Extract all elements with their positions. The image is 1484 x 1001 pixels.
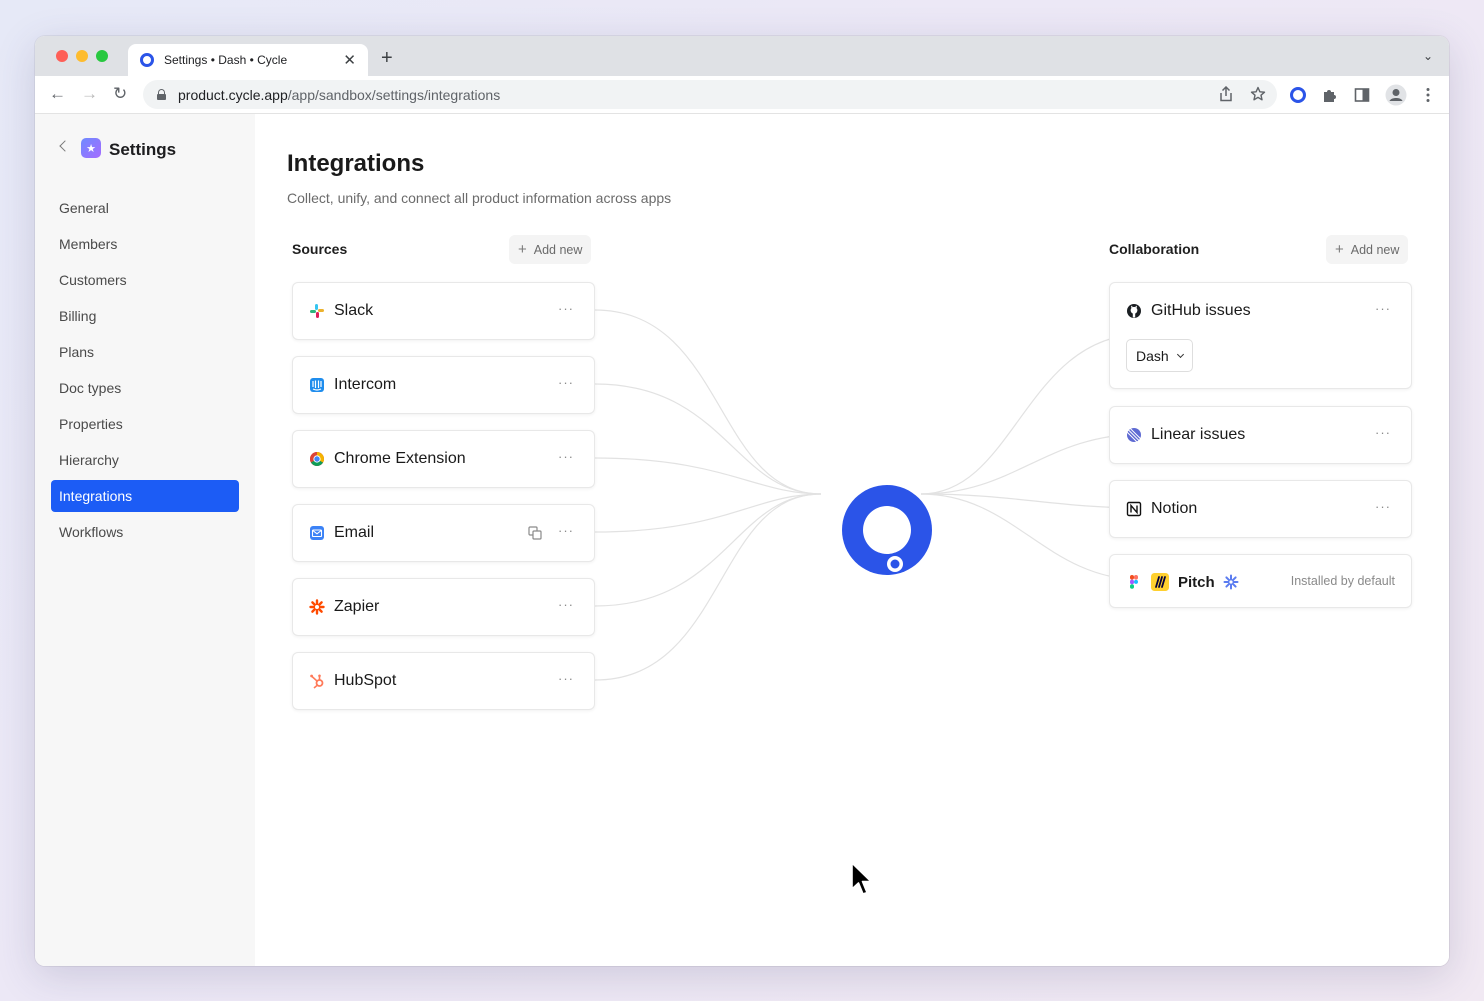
sources-heading: Sources [292,241,348,257]
installed-by-default-note: Installed by default [1290,574,1395,588]
integration-label: HubSpot [334,672,397,689]
sidebar-title: Settings [109,140,177,159]
mouse-cursor-icon [851,862,872,895]
more-options-icon[interactable]: ··· [558,598,574,611]
address-bar[interactable]: product.cycle.app/app/sandbox/settings/i… [143,80,1277,109]
sidebar-item-billing[interactable]: Billing [51,300,239,332]
slack-icon [310,304,324,318]
tab-title: Settings • Dash • Cycle [164,53,288,67]
chevron-down-icon [1176,350,1184,358]
chrome-icon [310,452,324,466]
email-icon [310,526,324,540]
add-source-button[interactable]: + Add new [509,235,592,264]
integrations-page: Integrations Collect, unify, and connect… [255,114,1449,966]
sidebar-item-hierarchy[interactable]: Hierarchy [51,444,239,476]
zoom-window-button[interactable] [96,50,108,62]
browser-window: Settings • Dash • Cycle ✕ + ⌄ ← → ↻ prod… [35,36,1449,966]
sidebar-item-members[interactable]: Members [51,228,239,260]
sidebar-item-doc-types[interactable]: Doc types [51,372,239,404]
integration-card-intercom[interactable]: Intercom ··· [292,356,595,414]
more-options-icon[interactable]: ··· [558,524,574,537]
integration-label: Zapier [334,598,380,615]
sidebar-item-integrations[interactable]: Integrations [51,480,239,512]
settings-nav: General Members Customers Billing Plans … [51,192,239,552]
back-arrow-icon[interactable]: ← [49,85,66,102]
linear-icon [1126,427,1142,443]
lock-icon[interactable] [157,89,166,100]
tab-close-icon[interactable]: ✕ [343,53,356,68]
more-options-icon[interactable]: ··· [558,302,574,315]
url-path: /app/sandbox/settings/integrations [287,86,501,103]
integration-label: Linear issues [1151,426,1246,443]
minimize-window-button[interactable] [76,50,88,62]
more-options-icon[interactable]: ··· [1375,302,1391,315]
notion-icon [1126,501,1142,517]
more-options-icon[interactable]: ··· [1375,500,1391,513]
integration-card-notion[interactable]: Notion ··· [1109,480,1412,538]
integration-card-zapier[interactable]: Zapier ··· [292,578,595,636]
integration-card-default-apps[interactable]: Pitch Installed by default [1109,554,1412,608]
sidebar-item-workflows[interactable]: Workflows [51,516,239,548]
sidebar-item-plans[interactable]: Plans [51,336,239,368]
integration-label: Slack [334,302,374,319]
integration-label: Notion [1151,500,1198,517]
puzzle-icon[interactable] [1321,86,1339,104]
browser-tab[interactable]: Settings • Dash • Cycle ✕ [128,44,368,76]
integration-label: Intercom [334,376,397,393]
share-icon[interactable] [1219,86,1233,102]
integration-card-linear[interactable]: Linear issues ··· [1109,406,1412,464]
more-options-icon[interactable]: ··· [1375,426,1391,439]
sidebar-item-customers[interactable]: Customers [51,264,239,296]
plus-icon: + [518,241,527,258]
figma-icon [1130,575,1138,589]
github-project-select[interactable]: Dash [1126,339,1193,372]
url-host: product.cycle.app [178,86,288,103]
browser-toolbar: ← → ↻ product.cycle.app/app/sandbox/sett… [35,76,1449,114]
intercom-icon [310,378,324,392]
add-source-label: Add new [533,242,583,257]
integration-label: Chrome Extension [334,450,466,467]
more-options-icon[interactable]: ··· [558,376,574,389]
new-tab-button[interactable]: + [381,48,393,68]
zapier-icon [309,599,325,615]
star-icon[interactable] [1250,86,1266,102]
forward-arrow-icon[interactable]: → [81,85,98,102]
integration-label: GitHub issues [1151,302,1251,319]
integration-card-email[interactable]: Email ··· [292,504,595,562]
cycle-extension-icon[interactable] [1289,86,1307,104]
plus-icon: + [1335,241,1344,258]
tab-search-chevron-icon[interactable]: ⌄ [1423,49,1433,63]
back-chevron-icon[interactable] [59,140,71,152]
more-options-icon[interactable]: ··· [558,672,574,685]
collaboration-heading: Collaboration [1109,241,1200,257]
more-options-icon[interactable]: ··· [558,450,574,463]
close-window-button[interactable] [56,50,68,62]
gear-icon [1223,574,1239,590]
integration-card-chrome-extension[interactable]: Chrome Extension ··· [292,430,595,488]
side-panel-icon[interactable] [1353,86,1371,104]
reload-icon[interactable]: ↻ [113,85,127,102]
integration-card-hubspot[interactable]: HubSpot ··· [292,652,595,710]
add-collaboration-label: Add new [1350,242,1400,257]
hubspot-icon [310,674,324,689]
settings-sidebar: ★ Settings General Members Customers Bil… [35,114,255,966]
profile-icon[interactable] [1385,84,1407,106]
sidebar-item-general[interactable]: General [51,192,239,224]
cycle-favicon-icon [140,53,154,67]
github-icon [1127,304,1141,318]
workspace-logo-icon: ★ [81,138,101,158]
github-project-value: Dash [1136,347,1169,364]
pitch-label: Pitch [1178,573,1215,591]
copy-icon[interactable] [528,526,542,540]
integration-card-slack[interactable]: Slack ··· [292,282,595,340]
browser-titlebar: Settings • Dash • Cycle ✕ + ⌄ [35,36,1449,76]
integration-label: Email [334,524,375,541]
miro-icon [1151,573,1169,591]
sidebar-item-properties[interactable]: Properties [51,408,239,440]
cycle-hub-logo-icon [842,485,932,575]
add-collaboration-button[interactable]: + Add new [1326,235,1409,264]
kebab-menu-icon[interactable] [1419,86,1437,104]
integration-card-github[interactable]: GitHub issues ··· Dash [1109,282,1412,389]
